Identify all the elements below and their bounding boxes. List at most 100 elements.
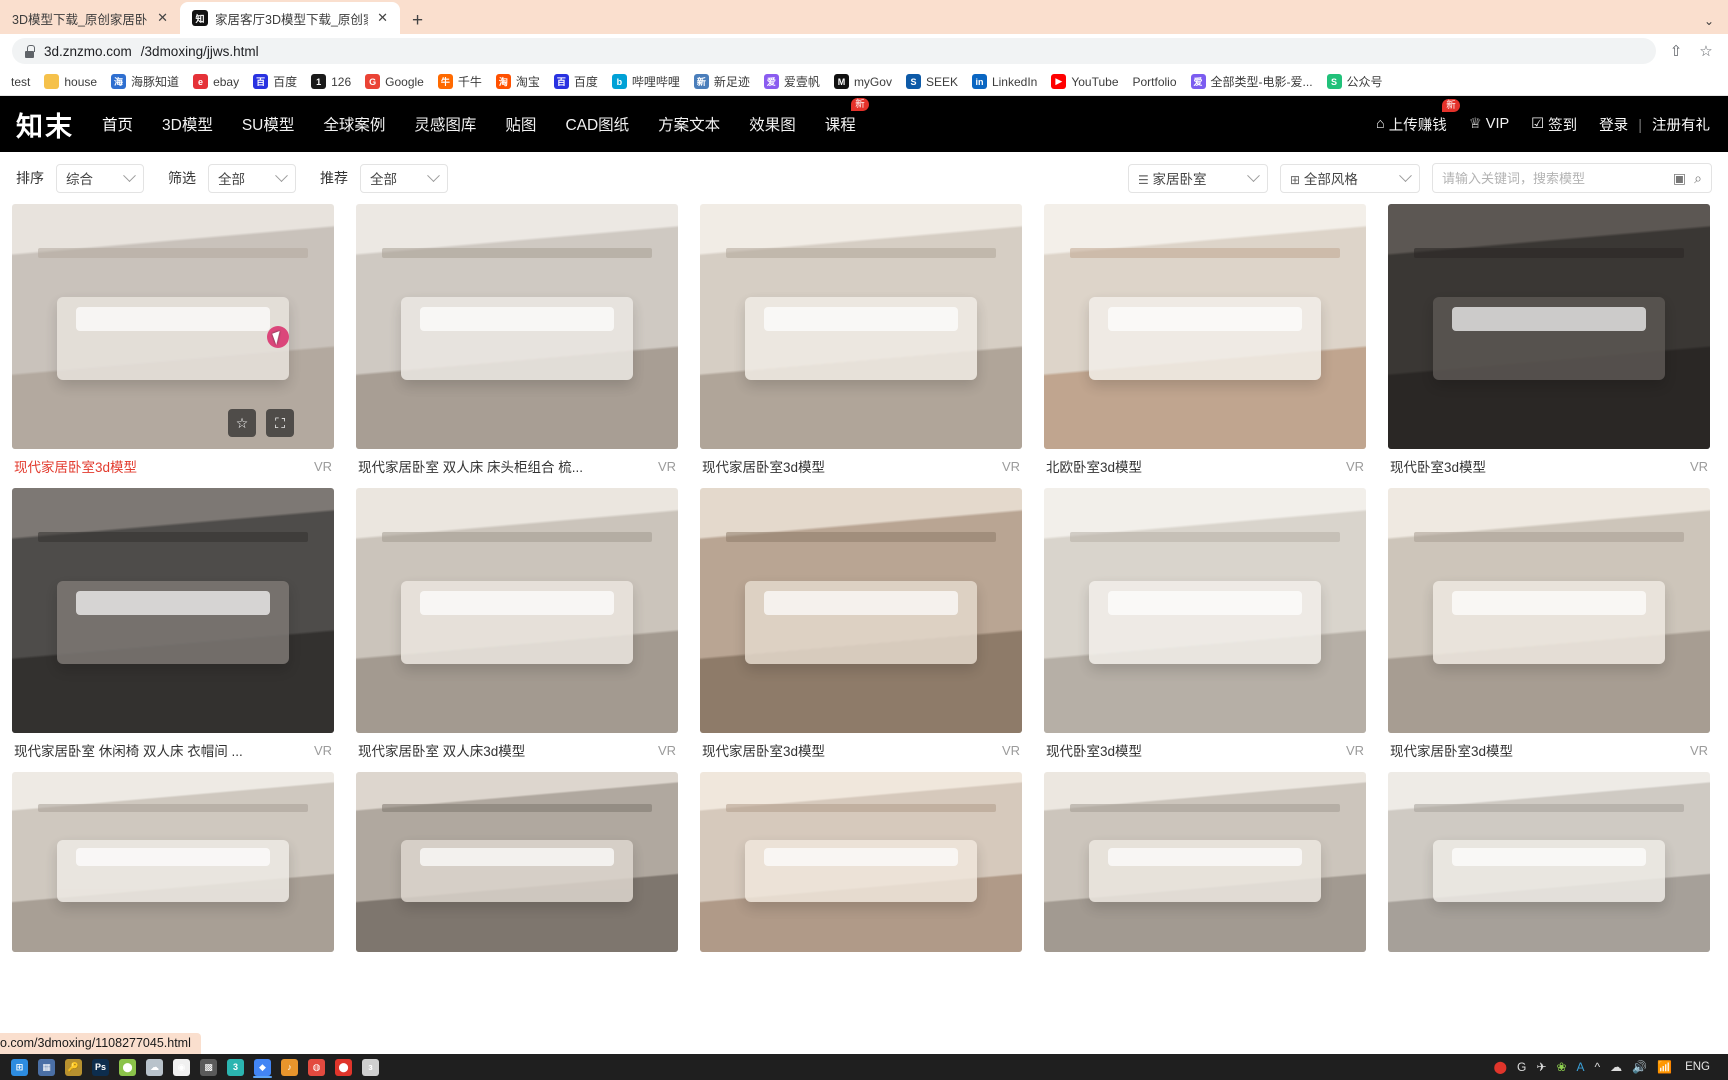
- bookmark-item[interactable]: S 公众号: [1320, 71, 1390, 92]
- taskbar-browser-red-icon[interactable]: ◍: [303, 1056, 330, 1078]
- taskbar-app-3-icon[interactable]: 3: [222, 1056, 249, 1078]
- taskbar-chrome-icon[interactable]: ◆: [249, 1056, 276, 1078]
- new-tab-button[interactable]: +: [400, 11, 435, 34]
- bookmark-item[interactable]: house: [37, 72, 104, 91]
- favorite-star-icon[interactable]: ☆: [228, 409, 256, 437]
- tray-tray-a-icon[interactable]: A: [1574, 1060, 1588, 1074]
- site-logo[interactable]: 知末: [16, 105, 102, 144]
- bookmark-item[interactable]: 新新足迹: [687, 71, 757, 92]
- nav-item-7[interactable]: 方案文本: [658, 113, 720, 135]
- close-icon[interactable]: ✕: [375, 10, 390, 26]
- nav-item-1[interactable]: 3D模型: [162, 113, 213, 135]
- model-card[interactable]: 现代卧室3d模型 VR: [1044, 488, 1366, 767]
- bookmark-item[interactable]: 百百度: [547, 71, 605, 92]
- model-thumbnail[interactable]: [700, 204, 1022, 449]
- model-card[interactable]: ☆ ⛶ 现代家居卧室3d模型 VR: [12, 204, 334, 483]
- tray-network-icon[interactable]: 📶: [1654, 1060, 1675, 1074]
- model-title[interactable]: 现代家居卧室 休闲椅 双人床 衣帽间 ...: [14, 740, 243, 760]
- taskbar-app-green-icon[interactable]: ⬤: [114, 1056, 141, 1078]
- tray-language-indicator[interactable]: ENG: [1679, 1061, 1716, 1073]
- model-card[interactable]: [1044, 772, 1366, 952]
- model-card[interactable]: 现代家居卧室 双人床 床头柜组合 梳... VR: [356, 204, 678, 483]
- bookmark-item[interactable]: in LinkedIn: [965, 72, 1044, 91]
- bookmark-item[interactable]: 爱爱壹帆: [757, 71, 827, 92]
- model-title[interactable]: 现代家居卧室3d模型: [1390, 740, 1513, 760]
- sort-select[interactable]: 综合: [56, 163, 144, 193]
- bookmark-item[interactable]: 百百度: [246, 71, 304, 92]
- bookmark-item[interactable]: 淘淘宝: [489, 71, 547, 92]
- model-thumbnail[interactable]: [1044, 488, 1366, 733]
- model-title[interactable]: 现代卧室3d模型: [1390, 456, 1486, 476]
- model-thumbnail[interactable]: [356, 204, 678, 449]
- taskbar-cloud-icon[interactable]: ☁: [141, 1056, 168, 1078]
- nav-item-6[interactable]: CAD图纸: [565, 113, 629, 135]
- chevron-down-icon[interactable]: ⌄: [1704, 14, 1714, 28]
- taskbar-app-misc-icon[interactable]: ɜ: [357, 1056, 384, 1078]
- taskbar-photoshop-icon[interactable]: Ps: [87, 1056, 114, 1078]
- nav-item-0[interactable]: 首页: [102, 113, 133, 135]
- nav-item-9[interactable]: 课程 新: [825, 98, 869, 135]
- nav-item-5[interactable]: 贴图: [505, 113, 536, 135]
- model-thumbnail[interactable]: [356, 772, 678, 952]
- tray-show-hidden-icon[interactable]: ^: [1592, 1060, 1604, 1074]
- bookmark-item[interactable]: test: [4, 73, 37, 91]
- model-thumbnail[interactable]: [1388, 204, 1710, 449]
- model-thumbnail[interactable]: [700, 772, 1022, 952]
- model-card[interactable]: 现代家居卧室3d模型 VR: [1388, 488, 1710, 767]
- bookmark-item[interactable]: e ebay: [186, 72, 246, 91]
- taskbar-app-rings-icon[interactable]: ◉: [168, 1056, 195, 1078]
- tray-record-indicator-icon[interactable]: ⬤: [1491, 1060, 1510, 1074]
- taskbar-start-icon[interactable]: ⊞: [6, 1056, 33, 1078]
- close-icon[interactable]: ✕: [155, 10, 170, 26]
- model-thumbnail[interactable]: [700, 488, 1022, 733]
- vip-button[interactable]: ♕ VIP: [1469, 116, 1509, 132]
- checkin-button[interactable]: ☑ 签到: [1531, 114, 1577, 135]
- model-card[interactable]: [1388, 772, 1710, 952]
- register-link[interactable]: 注册有礼: [1652, 118, 1710, 134]
- model-card[interactable]: 现代家居卧室 双人床3d模型 VR: [356, 488, 678, 767]
- style-select[interactable]: ⊞ 全部风格: [1280, 163, 1420, 193]
- bookmark-item[interactable]: 海海豚知道: [104, 71, 186, 92]
- taskbar-keys-icon[interactable]: 🔑: [60, 1056, 87, 1078]
- model-card[interactable]: [12, 772, 334, 952]
- model-thumbnail[interactable]: [1388, 488, 1710, 733]
- bookmark-item[interactable]: b 哔哩哔哩: [605, 71, 687, 92]
- model-title[interactable]: 现代卧室3d模型: [1046, 740, 1142, 760]
- taskbar-recorder-icon[interactable]: ⬤: [330, 1056, 357, 1078]
- model-card[interactable]: 北欧卧室3d模型 VR: [1044, 204, 1366, 483]
- camera-icon[interactable]: ▣: [1673, 170, 1686, 187]
- upload-earn-button[interactable]: ⌂ 上传赚钱 新: [1376, 98, 1460, 135]
- model-thumbnail[interactable]: [1044, 772, 1366, 952]
- model-card[interactable]: [700, 772, 1022, 952]
- model-thumbnail[interactable]: [12, 488, 334, 733]
- share-icon[interactable]: ⇧: [1666, 41, 1686, 61]
- nav-item-4[interactable]: 灵感图库: [414, 113, 476, 135]
- tray-volume-icon[interactable]: 🔊: [1629, 1060, 1650, 1074]
- browser-tab-1[interactable]: 3D模型下载_原创家居卧 ✕: [0, 2, 180, 34]
- bookmark-item[interactable]: ▶ YouTube: [1044, 72, 1125, 91]
- model-title[interactable]: 现代家居卧室 双人床 床头柜组合 梳...: [358, 456, 583, 476]
- model-title[interactable]: 现代家居卧室 双人床3d模型: [358, 740, 525, 760]
- model-title[interactable]: 北欧卧室3d模型: [1046, 456, 1142, 476]
- model-thumbnail[interactable]: [1044, 204, 1366, 449]
- bookmark-item[interactable]: S SEEK: [899, 72, 965, 91]
- bookmark-star-icon[interactable]: ☆: [1696, 41, 1716, 61]
- nav-item-3[interactable]: 全球案例: [323, 113, 385, 135]
- login-link[interactable]: 登录: [1599, 118, 1628, 134]
- model-card[interactable]: 现代家居卧室3d模型 VR: [700, 204, 1022, 483]
- bookmark-item[interactable]: 牛千牛: [431, 71, 489, 92]
- bookmark-item[interactable]: MmyGov: [827, 72, 899, 91]
- tray-weather-icon[interactable]: ☁: [1607, 1060, 1625, 1074]
- model-thumbnail[interactable]: [356, 488, 678, 733]
- nav-item-8[interactable]: 效果图: [749, 113, 796, 135]
- nav-item-2[interactable]: SU模型: [242, 113, 295, 135]
- taskbar-calculator-icon[interactable]: ▦: [33, 1056, 60, 1078]
- bookmark-item[interactable]: Portfolio: [1126, 73, 1184, 91]
- model-card[interactable]: 现代家居卧室3d模型 VR: [700, 488, 1022, 767]
- model-title[interactable]: 现代家居卧室3d模型: [702, 740, 825, 760]
- search-box[interactable]: ▣ ⌕: [1432, 163, 1712, 193]
- recommend-select[interactable]: 全部: [360, 163, 448, 193]
- bookmark-item[interactable]: 1 126: [304, 72, 358, 91]
- model-thumbnail[interactable]: [12, 772, 334, 952]
- screen-select[interactable]: 全部: [208, 163, 296, 193]
